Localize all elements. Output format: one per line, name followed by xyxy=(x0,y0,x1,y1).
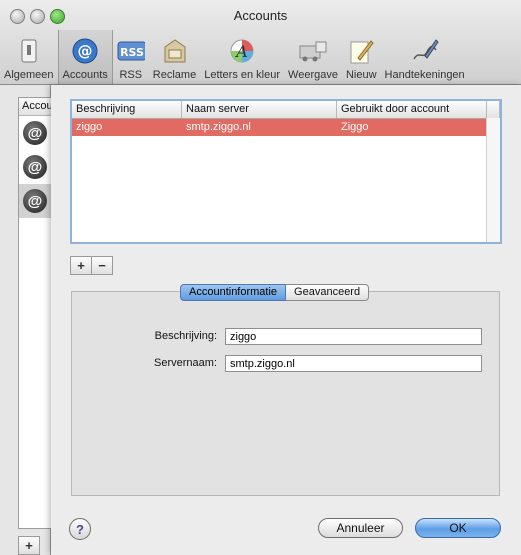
composing-icon xyxy=(347,37,375,65)
fonts-colors-icon: A xyxy=(228,37,256,65)
window-title: Accounts xyxy=(233,8,288,23)
smtp-server-sheet: Beschrijving Naam server Gebruikt door a… xyxy=(51,85,521,555)
rss-icon: RSS xyxy=(117,37,145,65)
tab-accountinformatie[interactable]: Accountinformatie xyxy=(180,284,287,301)
toolbar: Algemeen @ Accounts RSS RSS Reclame A Le… xyxy=(0,30,469,84)
server-list-buttons: + − xyxy=(70,256,113,275)
cell-server: smtp.ziggo.nl xyxy=(186,121,251,133)
at-sign-icon: @ xyxy=(23,121,47,145)
accounts-list-header: Accou xyxy=(19,98,51,116)
ok-button[interactable]: OK xyxy=(415,518,501,538)
column-header-naam-server[interactable]: Naam server xyxy=(182,101,337,118)
toolbar-label: Reclame xyxy=(152,69,197,81)
tab-bar: Accountinformatie Geavanceerd xyxy=(180,284,370,301)
viewing-icon xyxy=(299,37,327,65)
toolbar-reclame[interactable]: Reclame xyxy=(149,30,200,84)
remove-server-button[interactable]: − xyxy=(92,256,113,275)
table-row[interactable]: ziggo smtp.ziggo.nl Ziggo xyxy=(72,119,500,136)
list-item[interactable]: @ xyxy=(19,184,51,218)
column-header-beschrijving[interactable]: Beschrijving xyxy=(72,101,182,118)
svg-text:@: @ xyxy=(78,42,93,60)
sidebar-buttons: + xyxy=(18,536,40,555)
column-header-spacer xyxy=(487,101,500,118)
accounts-list: Accou @ @ @ xyxy=(18,97,51,529)
add-server-button[interactable]: + xyxy=(70,256,92,275)
toolbar-weergave[interactable]: Weergave xyxy=(284,30,342,84)
cancel-button[interactable]: Annuleer xyxy=(318,518,403,538)
add-account-button[interactable]: + xyxy=(18,536,40,555)
at-sign-icon: @ xyxy=(23,189,47,213)
server-name-label: Servernaam: xyxy=(154,357,217,369)
toolbar-label: Weergave xyxy=(288,69,338,81)
description-label: Beschrijving: xyxy=(154,330,217,342)
toolbar-handtekeningen[interactable]: Handtekeningen xyxy=(381,30,469,84)
server-table[interactable]: Beschrijving Naam server Gebruikt door a… xyxy=(70,99,502,244)
description-field[interactable] xyxy=(225,328,482,345)
at-sign-icon: @ xyxy=(23,155,47,179)
junk-mail-icon xyxy=(161,37,189,65)
tab-panel: Beschrijving: Servernaam: xyxy=(71,291,500,496)
at-sign-icon: @ xyxy=(71,37,99,65)
toolbar-algemeen[interactable]: Algemeen xyxy=(0,30,58,84)
toolbar-label: Algemeen xyxy=(4,69,54,81)
cell-description: ziggo xyxy=(76,121,103,133)
table-scrollbar[interactable] xyxy=(486,118,500,242)
toolbar-label: Handtekeningen xyxy=(384,69,465,81)
list-item[interactable]: @ xyxy=(19,150,51,184)
tab-geavanceerd[interactable]: Geavanceerd xyxy=(286,284,370,301)
signature-icon xyxy=(411,37,439,65)
toolbar-label: RSS xyxy=(119,69,143,81)
toolbar-rss[interactable]: RSS RSS xyxy=(113,30,149,84)
column-header-gebruikt-door[interactable]: Gebruikt door account xyxy=(337,101,487,118)
toolbar-nieuw[interactable]: Nieuw xyxy=(342,30,381,84)
svg-text:A: A xyxy=(234,42,248,61)
cell-account: Ziggo xyxy=(341,121,369,133)
accounts-sidebar: Accou @ @ @ + xyxy=(0,85,51,555)
help-button[interactable]: ? xyxy=(69,518,91,540)
toolbar-letters-kleur[interactable]: A Letters en kleur xyxy=(200,30,284,84)
toolbar-label: Letters en kleur xyxy=(204,69,281,81)
list-item[interactable]: @ xyxy=(19,116,51,150)
switch-icon xyxy=(15,37,43,65)
table-header: Beschrijving Naam server Gebruikt door a… xyxy=(72,101,500,119)
toolbar-accounts[interactable]: @ Accounts xyxy=(57,30,113,84)
server-name-field[interactable] xyxy=(225,355,482,372)
title-toolbar: Accounts Algemeen @ Accounts RSS RSS Rec… xyxy=(0,0,521,85)
toolbar-label: Nieuw xyxy=(345,69,377,81)
toolbar-label: Accounts xyxy=(62,69,108,81)
svg-text:RSS: RSS xyxy=(120,46,144,59)
